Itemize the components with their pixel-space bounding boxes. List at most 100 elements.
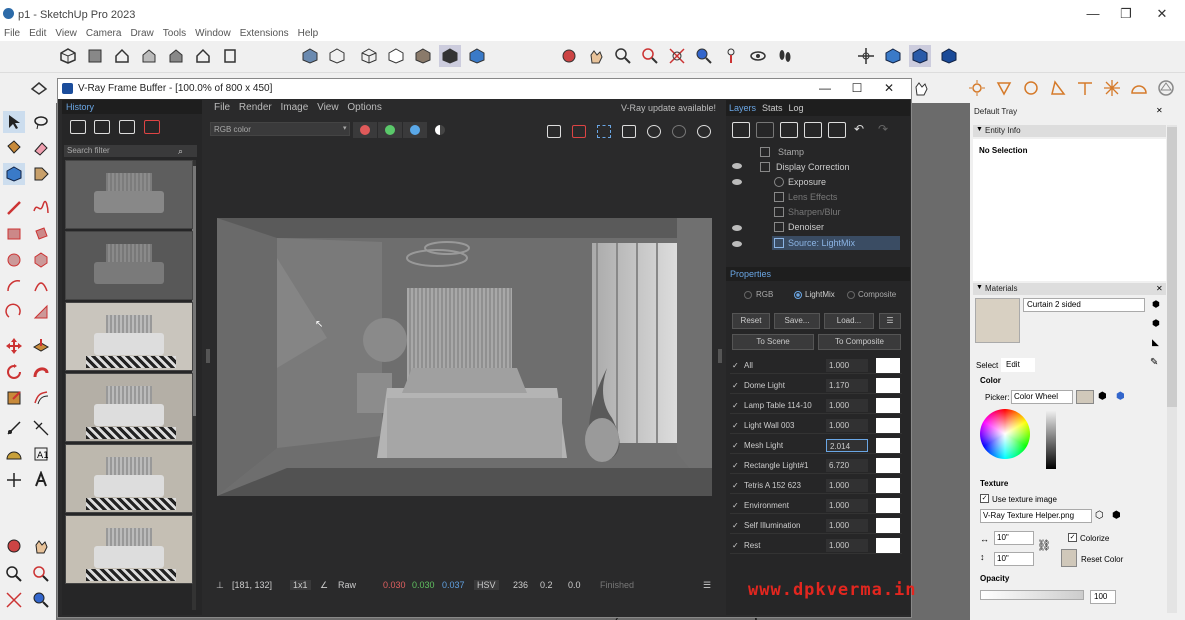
checkbox[interactable]: ✓ [732, 382, 740, 390]
history-thumbnail[interactable] [65, 231, 193, 300]
protractor-icon[interactable] [3, 443, 25, 465]
sample-paint-icon[interactable]: ⬢ [1152, 318, 1160, 329]
history-thumbnail[interactable] [65, 373, 193, 442]
lightmix-value[interactable]: 1.000 [826, 359, 868, 372]
menu-help[interactable]: Help [294, 27, 324, 41]
vray-object-icon[interactable] [882, 45, 904, 67]
freehand-icon[interactable] [30, 197, 52, 219]
tab-stats[interactable]: Stats [759, 100, 786, 116]
radio-lightmix[interactable] [794, 291, 802, 299]
vray-mesh-light-icon[interactable] [1101, 77, 1123, 99]
history-thumbnail[interactable] [65, 160, 193, 229]
tape-measure-icon[interactable] [3, 417, 25, 439]
texture-file-input[interactable]: V-Ray Texture Helper.png [980, 509, 1092, 523]
vray-proxy-icon[interactable] [1155, 77, 1177, 99]
vfb-menu-image[interactable]: Image [281, 102, 309, 113]
lightmix-value[interactable]: 1.000 [826, 399, 868, 412]
history-load-icon[interactable] [119, 120, 135, 134]
color-swatch[interactable] [876, 498, 900, 513]
redo-icon[interactable]: ↷ [878, 122, 888, 136]
position-camera-icon[interactable] [720, 45, 742, 67]
tab-layers[interactable]: Layers [726, 100, 759, 116]
layer-exposure[interactable]: Exposure [788, 175, 826, 189]
color-wheel[interactable] [980, 409, 1030, 459]
paint-bucket-icon[interactable] [3, 137, 25, 159]
color-swatch[interactable] [876, 538, 900, 553]
vray-dome-light-icon[interactable] [1128, 77, 1150, 99]
undo-icon[interactable]: ↶ [854, 122, 864, 136]
polygon-icon[interactable] [30, 249, 52, 271]
save-image-icon[interactable] [543, 122, 567, 138]
render-image[interactable] [217, 218, 712, 496]
eye-icon[interactable] [732, 241, 742, 247]
iso-view-icon[interactable] [57, 45, 79, 67]
layer-presets-icon[interactable] [828, 122, 846, 138]
right-view-icon[interactable] [138, 45, 160, 67]
close-button[interactable]: ✕ [1147, 6, 1177, 22]
layer-sharpen-blur[interactable]: Sharpen/Blur [788, 205, 841, 219]
left-panel-splitter[interactable] [206, 349, 210, 363]
blue-channel-button[interactable] [403, 122, 427, 138]
opacity-slider[interactable] [980, 590, 1084, 600]
back-edges-style-icon[interactable] [326, 45, 348, 67]
hidden-line-style-icon[interactable] [385, 45, 407, 67]
green-channel-button[interactable] [378, 122, 402, 138]
channel-select[interactable]: RGB color [210, 122, 350, 136]
zoom-select[interactable]: 1x1 [290, 580, 311, 590]
lightmix-value[interactable]: 1.170 [826, 379, 868, 392]
lightmix-value[interactable]: 1.000 [826, 479, 868, 492]
checkbox[interactable]: ✓ [732, 362, 740, 370]
maximize-button[interactable]: ❐ [1111, 6, 1141, 22]
front-view-icon[interactable] [111, 45, 133, 67]
radio-composite[interactable] [847, 291, 855, 299]
render-teapot-icon[interactable] [693, 122, 717, 138]
to-composite-button[interactable]: To Composite [818, 334, 901, 350]
menu-tools[interactable]: Tools [159, 27, 191, 41]
move-arrows-icon[interactable] [855, 45, 877, 67]
top-view-icon[interactable] [84, 45, 106, 67]
picker-select[interactable]: Color Wheel [1011, 390, 1073, 404]
tag-icon[interactable] [30, 163, 52, 185]
color-swatch[interactable] [876, 378, 900, 393]
vray-cube-icon[interactable] [909, 45, 931, 67]
delete-layer-icon[interactable] [756, 122, 774, 138]
checkbox[interactable]: ✓ [732, 542, 740, 550]
3d-text-icon[interactable] [30, 469, 52, 491]
rectangle-icon[interactable] [3, 223, 25, 245]
lightmix-value[interactable]: 1.000 [826, 419, 868, 432]
vray-sphere-light-icon[interactable] [1020, 77, 1042, 99]
xray-style-icon[interactable] [299, 45, 321, 67]
lasso-select-icon[interactable] [30, 111, 52, 133]
save-layers-icon[interactable] [780, 122, 798, 138]
vfb-menu-file[interactable]: File [214, 102, 230, 113]
lightmix-value[interactable]: 1.000 [826, 539, 868, 552]
layer-source-lightmix[interactable]: Source: LightMix [788, 236, 855, 250]
offset-icon[interactable] [30, 387, 52, 409]
color-swatch[interactable] [876, 518, 900, 533]
checkbox[interactable]: ✓ [732, 422, 740, 430]
back-view-icon[interactable] [165, 45, 187, 67]
bottom-view-icon[interactable] [219, 45, 241, 67]
lightmix-value[interactable]: 2.014 [826, 439, 868, 452]
zoom-window-tool-icon[interactable] [30, 563, 52, 585]
section-plane-icon[interactable] [28, 77, 50, 99]
history-thumbnail[interactable] [65, 444, 193, 513]
look-around-icon[interactable] [747, 45, 769, 67]
colorize-checkbox[interactable]: ✓ [1068, 533, 1077, 542]
texture-height-input[interactable]: 10" [994, 552, 1034, 566]
color-swatch[interactable] [876, 398, 900, 413]
previous-tool-icon[interactable] [30, 589, 52, 611]
layer-stamp[interactable]: Stamp [778, 145, 804, 159]
opacity-input[interactable]: 100 [1090, 590, 1116, 604]
current-color-swatch[interactable] [1076, 390, 1094, 404]
history-ab-compare-icon[interactable] [94, 120, 110, 134]
menu-camera[interactable]: Camera [82, 27, 127, 41]
vfb-close-button[interactable]: ✕ [875, 81, 903, 95]
checkbox[interactable]: ✓ [732, 402, 740, 410]
wireframe-style-icon[interactable] [358, 45, 380, 67]
menu-extensions[interactable]: Extensions [236, 27, 294, 41]
history-save-icon[interactable] [70, 120, 86, 134]
browse-folder-icon[interactable]: ⬡ [1095, 510, 1104, 521]
layer-lens-effects[interactable]: Lens Effects [788, 190, 837, 204]
monochrome-style-icon[interactable] [466, 45, 488, 67]
